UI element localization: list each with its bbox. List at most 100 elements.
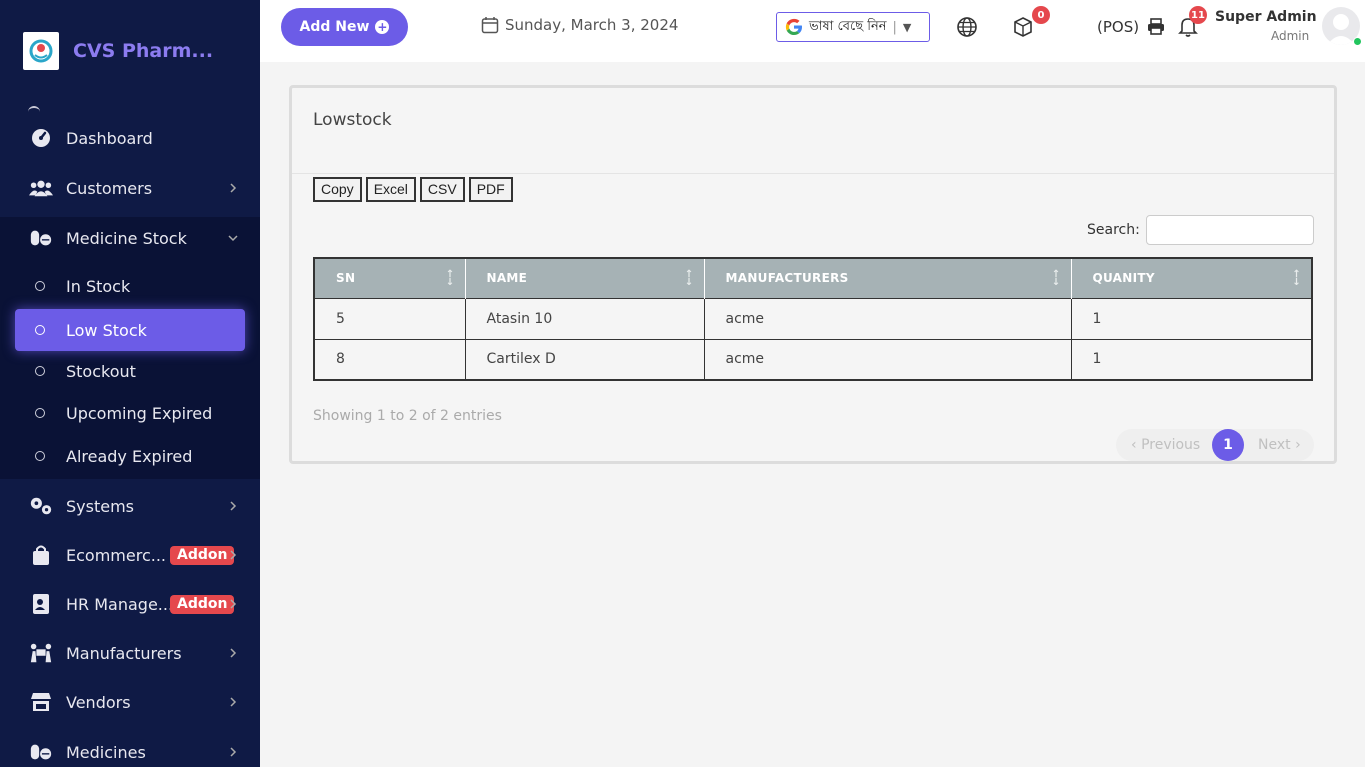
cell-name: Cartilex D	[465, 338, 705, 380]
sort-icon: ↑ ↓	[445, 269, 455, 288]
chevron-right-icon	[226, 499, 240, 513]
sort-icon: ↑ ↓	[1051, 269, 1061, 288]
table-info: Showing 1 to 2 of 2 entries	[313, 408, 502, 424]
sidebar-subitem-in-stock[interactable]: In Stock	[15, 265, 245, 307]
search-label: Search:	[1087, 222, 1140, 238]
package-icon[interactable]	[1012, 16, 1034, 38]
lowstock-card: Lowstock Copy Excel CSV PDF Search: SN ↑ ↓…	[289, 85, 1337, 464]
copy-button[interactable]: Copy	[313, 177, 362, 202]
scroll-indicator	[28, 106, 40, 112]
pills-icon	[29, 226, 53, 250]
add-new-label: Add New	[299, 19, 370, 35]
next-page-button[interactable]: Next ›	[1258, 437, 1301, 453]
column-header-quantity[interactable]: QUANITY ↑ ↓	[1071, 258, 1313, 298]
sidebar-item-label: Systems	[66, 496, 134, 516]
language-select[interactable]: ভাষা বেছে নিন | ▼	[776, 12, 930, 42]
search-input[interactable]	[1145, 215, 1314, 245]
date-text: Sunday, March 3, 2024	[505, 16, 679, 34]
brand-logo-icon	[23, 32, 59, 70]
brand-name: CVS Pharm...	[73, 40, 214, 62]
id-card-icon	[29, 592, 53, 616]
user-name[interactable]: Super Admin	[1215, 9, 1317, 25]
table-row[interactable]: 8 Cartilex D acme 1	[314, 338, 1313, 380]
add-new-button[interactable]: Add New +	[281, 8, 408, 46]
column-header-name[interactable]: NAME ↑ ↓	[465, 258, 705, 298]
sidebar-item-manufacturers[interactable]: Manufacturers	[0, 631, 260, 675]
table-row[interactable]: 5 Atasin 10 acme 1	[314, 297, 1313, 339]
sort-icon: ↑ ↓	[1292, 269, 1301, 288]
previous-label: Previous	[1141, 437, 1201, 453]
chevron-right-icon	[226, 695, 240, 709]
chevron-right-icon	[226, 548, 240, 562]
sidebar-item-ecommerce[interactable]: Ecommerc... Addon	[0, 533, 260, 577]
gears-icon	[29, 494, 53, 518]
sidebar-subitem-label: In Stock	[66, 276, 131, 296]
sidebar-subitem-label: Upcoming Expired	[66, 403, 213, 423]
sidebar-subitem-label: Low Stock	[66, 320, 147, 340]
language-label: ভাষা বেছে নিন	[809, 18, 887, 34]
google-icon	[785, 18, 802, 35]
cell-quantity: 1	[1071, 338, 1313, 380]
sidebar-item-medicine-stock[interactable]: Medicine Stock	[0, 216, 260, 260]
chevron-right-icon	[226, 597, 240, 611]
cell-sn: 8	[314, 338, 466, 380]
notification-count-badge: 11	[1189, 6, 1207, 24]
sidebar-item-medicines[interactable]: Medicines	[0, 730, 260, 767]
chevron-right-icon	[226, 745, 240, 759]
sidebar-item-label: Medicine Stock	[66, 228, 187, 248]
csv-button[interactable]: CSV	[419, 177, 465, 202]
pdf-button[interactable]: PDF	[468, 177, 513, 202]
caret-down-icon: ▼	[902, 20, 912, 34]
chevron-right-icon	[226, 181, 240, 195]
sidebar-subitem-stockout[interactable]: Stockout	[15, 350, 245, 392]
column-header-manufacturers[interactable]: MANUFACTURERS ↑ ↓	[704, 258, 1072, 298]
lowstock-table: SN ↑ ↓ NAME ↑ ↓ MANUFACTURERS ↑ ↓ QUANITY ↑ ↓ 5 …	[313, 257, 1313, 381]
brand[interactable]: CVS Pharm...	[23, 32, 213, 70]
pos-link[interactable]: (POS)	[1097, 18, 1139, 36]
divider	[292, 173, 1334, 174]
circle-icon	[35, 325, 45, 335]
sidebar-subitem-upcoming-expired[interactable]: Upcoming Expired	[15, 392, 245, 434]
sidebar-item-label: Medicines	[66, 742, 146, 762]
topbar: Add New + Sunday, March 3, 2024 ভাষা বেছ…	[260, 0, 1365, 62]
printer-icon[interactable]	[1145, 16, 1167, 38]
chevron-right-icon	[226, 646, 240, 660]
sidebar-subitem-low-stock[interactable]: Low Stock	[15, 309, 245, 351]
globe-icon[interactable]	[956, 16, 978, 38]
cell-sn: 5	[314, 297, 466, 339]
pagination: ‹ Previous 1 Next ›	[1116, 429, 1314, 461]
sort-icon: ↑ ↓	[684, 269, 694, 288]
sidebar-item-systems[interactable]: Systems	[0, 484, 260, 528]
export-buttons: Copy Excel CSV PDF	[313, 177, 513, 202]
sidebar-item-label: HR Manage...	[66, 594, 174, 614]
cell-quantity: 1	[1071, 297, 1313, 339]
column-header-sn[interactable]: SN ↑ ↓	[314, 258, 466, 298]
chevron-down-icon	[226, 231, 240, 245]
sidebar-subitem-already-expired[interactable]: Already Expired	[15, 435, 245, 477]
dashboard-icon	[29, 126, 53, 150]
sidebar-item-dashboard[interactable]: Dashboard	[0, 116, 260, 160]
users-icon	[29, 176, 53, 200]
addon-badge: Addon	[170, 545, 235, 565]
separator: |	[892, 19, 897, 35]
page-title: Lowstock	[313, 110, 392, 130]
people-carry-icon	[29, 641, 53, 665]
sidebar: CVS Pharm... Dashboard Customers Medicin…	[0, 0, 260, 767]
sidebar-item-label: Manufacturers	[66, 643, 182, 663]
excel-button[interactable]: Excel	[365, 177, 416, 202]
page-1-button[interactable]: 1	[1212, 429, 1244, 461]
table-search: Search:	[1087, 215, 1314, 245]
sidebar-subitem-label: Already Expired	[66, 446, 193, 466]
sidebar-item-hr-management[interactable]: HR Manage... Addon	[0, 582, 260, 626]
sidebar-item-label: Dashboard	[66, 128, 153, 148]
package-count-badge: 0	[1032, 6, 1050, 24]
sidebar-item-label: Vendors	[66, 692, 131, 712]
previous-page-button[interactable]: ‹ Previous	[1131, 437, 1200, 453]
sidebar-item-label: Customers	[66, 178, 153, 198]
sidebar-item-vendors[interactable]: Vendors	[0, 680, 260, 724]
user-role: Admin	[1271, 29, 1310, 43]
table-header-row: SN ↑ ↓ NAME ↑ ↓ MANUFACTURERS ↑ ↓ QUANITY ↑ ↓	[314, 258, 1313, 298]
store-icon	[29, 690, 53, 714]
sidebar-item-customers[interactable]: Customers	[0, 166, 260, 210]
addon-badge: Addon	[170, 594, 235, 614]
